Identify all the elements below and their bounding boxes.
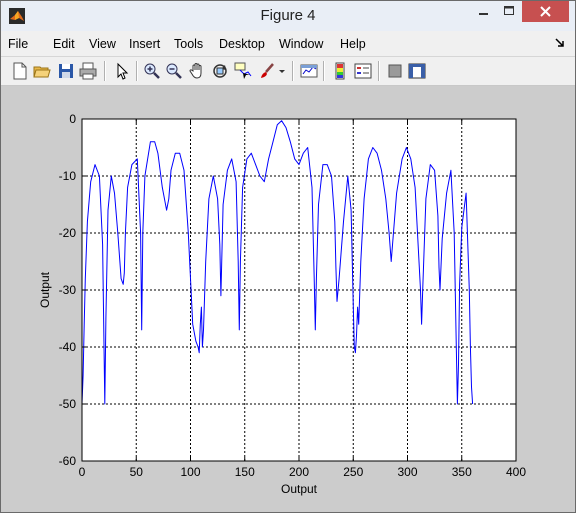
title-bar[interactable]: Figure 4 (1, 1, 575, 31)
toolbar-separator (104, 61, 106, 81)
close-button[interactable] (522, 1, 569, 22)
figure-canvas: 0 50 100 150 200 250 300 350 400 0 -10 -20 -30 -40 -50… (1, 86, 575, 512)
y-tick-label: -30 (59, 283, 77, 297)
minimize-icon (479, 13, 488, 15)
x-tick-label: 150 (235, 465, 255, 479)
x-tick-label: 300 (397, 465, 417, 479)
pan-hand-icon[interactable] (188, 62, 206, 80)
menu-edit[interactable]: Edit (53, 37, 75, 51)
data-cursor-icon[interactable] (234, 62, 252, 80)
toolbar-separator (292, 61, 294, 81)
maximize-icon (504, 6, 514, 15)
legend-icon[interactable] (354, 62, 372, 80)
y-tick-label: -10 (59, 169, 77, 183)
edit-plot-arrow-icon[interactable] (113, 62, 131, 80)
x-tick-label: 350 (452, 465, 472, 479)
menu-window[interactable]: Window (279, 37, 323, 51)
dock-arrow-icon[interactable] (555, 38, 565, 48)
y-tick-label: -60 (59, 454, 77, 468)
maximize-button[interactable] (496, 1, 522, 22)
show-plot-tools-icon[interactable] (408, 62, 426, 80)
new-figure-icon[interactable] (11, 62, 29, 80)
zoom-out-icon[interactable] (165, 62, 183, 80)
minimize-button[interactable] (470, 1, 496, 22)
menu-insert[interactable]: Insert (129, 37, 160, 51)
hide-plot-tools-icon[interactable] (386, 62, 404, 80)
close-icon (540, 6, 551, 17)
toolbar-separator (323, 61, 325, 81)
toolbar-separator (378, 61, 380, 81)
brush-icon[interactable] (258, 62, 276, 80)
menu-view[interactable]: View (89, 37, 116, 51)
open-file-icon[interactable] (33, 62, 51, 80)
y-axis-label: Output (38, 271, 52, 308)
menu-desktop[interactable]: Desktop (219, 37, 265, 51)
link-plot-icon[interactable] (300, 62, 318, 80)
x-axis-label: Output (281, 482, 318, 496)
toolbar-separator (136, 61, 138, 81)
menu-file[interactable]: File (8, 37, 28, 51)
x-tick-label: 200 (289, 465, 309, 479)
brush-dropdown-arrow-icon[interactable] (277, 62, 287, 80)
x-tick-label: 400 (506, 465, 526, 479)
y-tick-label: -50 (59, 397, 77, 411)
x-tick-label: 0 (79, 465, 86, 479)
colorbar-icon[interactable] (331, 62, 349, 80)
print-icon[interactable] (79, 62, 97, 80)
figure-toolbar (1, 56, 575, 86)
y-tick-label: -20 (59, 226, 77, 240)
save-icon[interactable] (57, 62, 75, 80)
menu-tools[interactable]: Tools (174, 37, 203, 51)
rotate-3d-icon[interactable] (211, 62, 229, 80)
zoom-in-icon[interactable] (143, 62, 161, 80)
menu-bar: File Edit View Insert Tools Desktop Wind… (1, 32, 575, 54)
y-tick-label: -40 (59, 340, 77, 354)
figure-window: Figure 4 File Edit View Insert Tools Des… (0, 0, 576, 513)
x-tick-label: 100 (180, 465, 200, 479)
y-tick-label: 0 (69, 112, 76, 126)
line-plot[interactable]: 0 50 100 150 200 250 300 350 400 0 -10 -20 -30 -40 -50… (1, 86, 575, 512)
x-tick-label: 250 (343, 465, 363, 479)
x-tick-label: 50 (130, 465, 144, 479)
menu-help[interactable]: Help (340, 37, 366, 51)
